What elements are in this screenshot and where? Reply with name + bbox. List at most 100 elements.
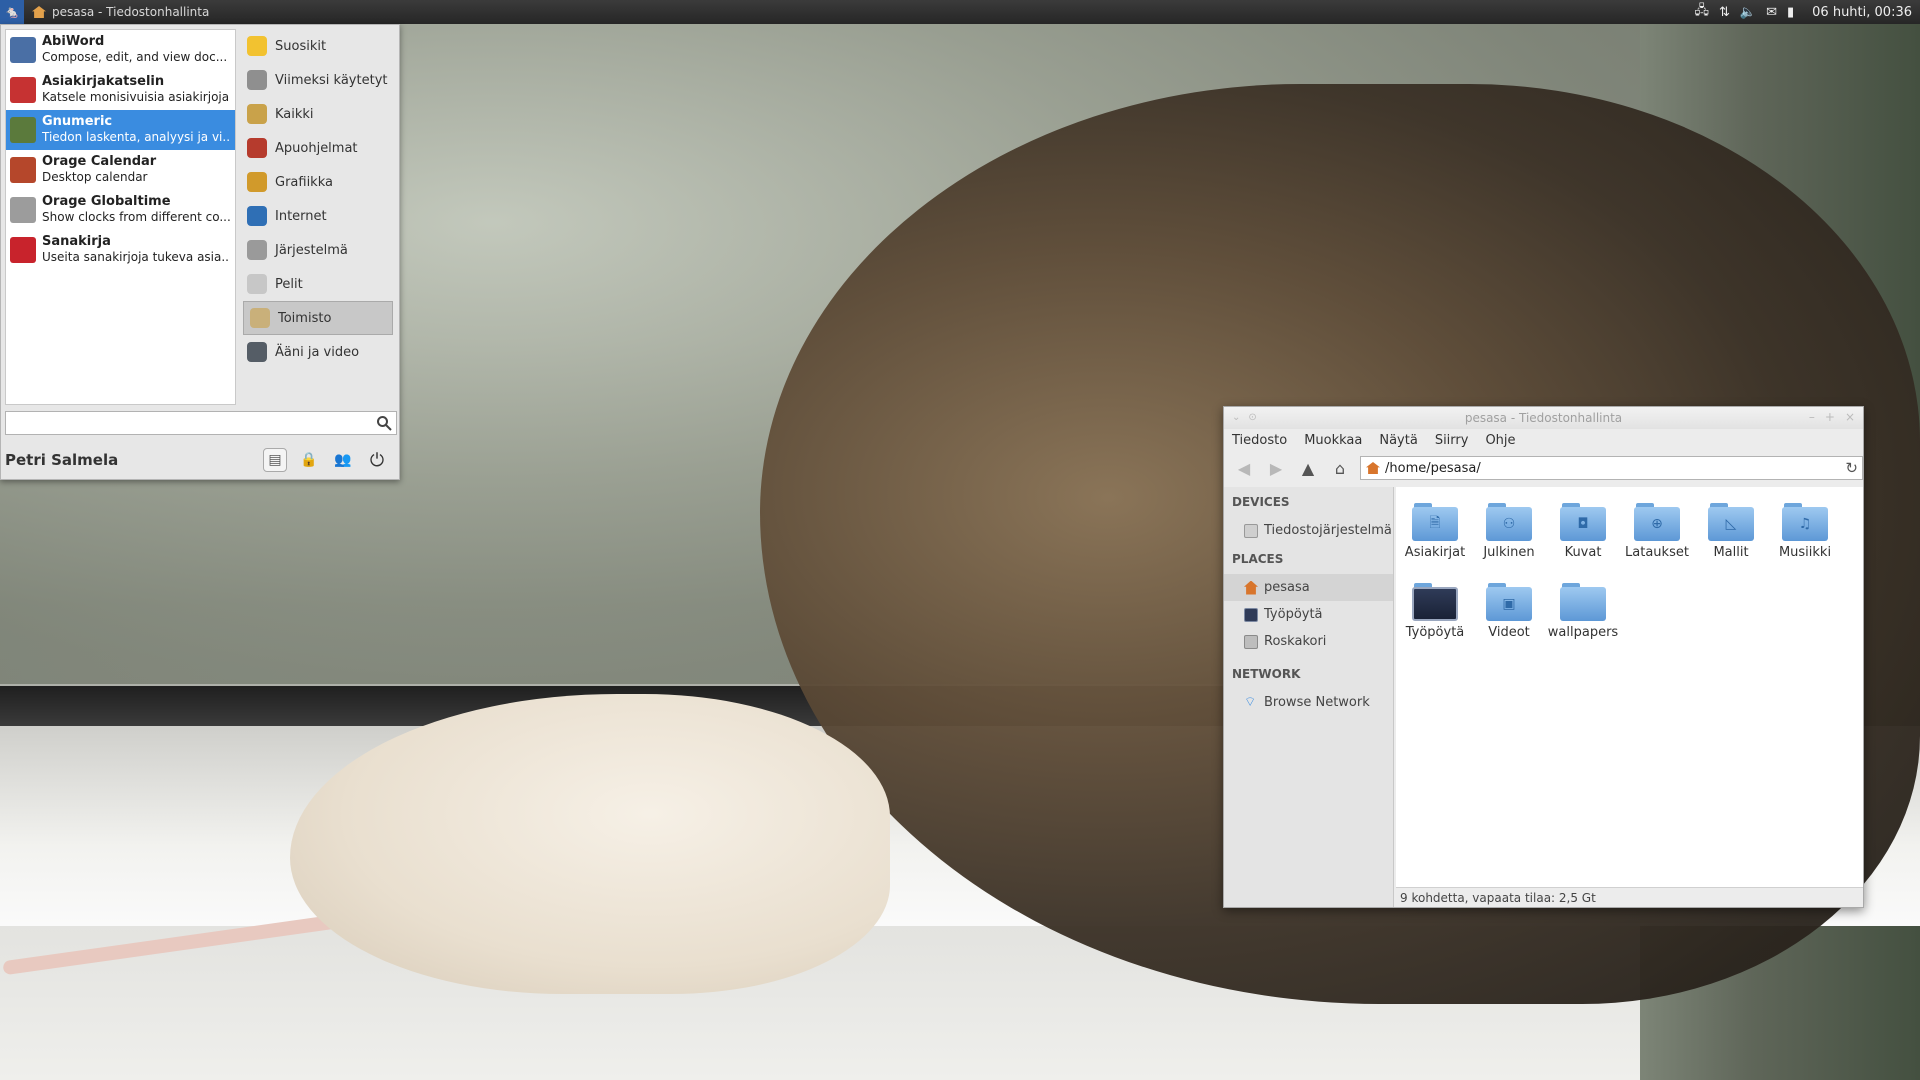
category-label: Apuohjelmat [275, 140, 358, 156]
settings-manager-button[interactable]: ▤ [263, 448, 287, 472]
category-item[interactable]: Grafiikka [241, 165, 397, 199]
folder-icon [1560, 583, 1606, 621]
folder-emblem: ⚇ [1486, 507, 1532, 541]
reload-icon[interactable]: ↻ [1845, 459, 1858, 477]
switch-user-button[interactable]: 👥 [331, 448, 355, 472]
back-icon[interactable]: ◀ [1232, 456, 1256, 480]
app-icon [10, 77, 36, 103]
app-icon [10, 237, 36, 263]
category-icon [247, 138, 267, 158]
category-item[interactable]: Internet [241, 199, 397, 233]
menu-item[interactable]: Tiedosto [1232, 433, 1287, 448]
folder-emblem [1560, 587, 1606, 621]
close-icon[interactable]: × [1845, 410, 1855, 424]
lock-screen-button[interactable]: 🔒 [297, 448, 321, 472]
window-menu-icon[interactable]: ⌄ [1232, 412, 1240, 423]
menu-item[interactable]: Siirry [1435, 433, 1469, 448]
folder-emblem [1412, 587, 1458, 621]
transfer-icon[interactable]: ⇅ [1719, 5, 1730, 20]
menubar: Tiedosto Muokkaa Näytä Siirry Ohje [1224, 429, 1863, 451]
app-item[interactable]: Orage Calendar Desktop calendar [6, 150, 235, 190]
category-icon [247, 172, 267, 192]
app-icon [10, 197, 36, 223]
up-icon[interactable]: ▲ [1296, 456, 1320, 480]
category-item[interactable]: Järjestelmä [241, 233, 397, 267]
folder-emblem: ▣ [1486, 587, 1532, 621]
folder-icon: 🗎 [1412, 503, 1458, 541]
file-item[interactable]: 🗎 Asiakirjat [1398, 499, 1472, 565]
app-name: Asiakirjakatselin [42, 74, 165, 89]
category-label: Internet [275, 208, 327, 224]
home-icon [1244, 580, 1258, 595]
sidebar-item-desktop[interactable]: Työpöytä [1224, 601, 1393, 628]
desktop-icon [1244, 607, 1258, 622]
file-manager-window: ⌄ ⊙ pesasa - Tiedostonhallinta – + × Tiedos… [1223, 406, 1864, 908]
location-bar[interactable]: /home/pesasa/ ↻ [1360, 456, 1863, 480]
taskbar-window-title: pesasa - Tiedostonhallinta [52, 5, 210, 19]
window-titlebar[interactable]: ⌄ ⊙ pesasa - Tiedostonhallinta – + × [1224, 407, 1863, 429]
forward-icon[interactable]: ▶ [1264, 456, 1288, 480]
volume-icon[interactable]: 🔈 [1740, 5, 1756, 20]
category-item[interactable]: Viimeksi käytetyt [241, 63, 397, 97]
file-item[interactable]: ⚇ Julkinen [1472, 499, 1546, 565]
sidebar-item-home[interactable]: pesasa [1224, 574, 1393, 601]
taskbar-window-button[interactable]: pesasa - Tiedostonhallinta [24, 0, 217, 24]
file-label: Mallit [1713, 545, 1749, 560]
stick-icon[interactable]: ⊙ [1248, 412, 1256, 423]
category-item[interactable]: Ääni ja video [241, 335, 397, 369]
applications-menu-button[interactable]: 🐁 [0, 0, 24, 24]
app-item[interactable]: Sanakirja Useita sanakirjoja tukeva asia.… [6, 230, 235, 270]
status-bar: 9 kohdetta, vapaata tilaa: 2,5 Gt [1396, 887, 1863, 907]
category-icon [247, 206, 267, 226]
folder-icon: ◘ [1560, 503, 1606, 541]
sidebar-item-filesystem[interactable]: Tiedostojärjestelmä [1224, 517, 1393, 544]
network-icon[interactable]: 🖧 [1695, 1, 1710, 23]
file-item[interactable]: ♫ Musiikki [1768, 499, 1842, 565]
file-label: Julkinen [1483, 545, 1535, 560]
category-item[interactable]: Suosikit [241, 29, 397, 63]
app-item[interactable]: Gnumeric Tiedon laskenta, analyysi ja vi.… [6, 110, 235, 150]
clock[interactable]: 06 huhti, 00:36 [1812, 5, 1912, 20]
file-item[interactable]: ⊕ Lataukset [1620, 499, 1694, 565]
file-item[interactable]: ◺ Mallit [1694, 499, 1768, 565]
sidebar-item-browse-network[interactable]: ⌔ Browse Network [1224, 689, 1393, 716]
home-button[interactable]: ⌂ [1328, 456, 1352, 480]
category-item[interactable]: Toimisto [243, 301, 393, 335]
app-name: Orage Globaltime [42, 194, 171, 209]
menu-item[interactable]: Ohje [1485, 433, 1515, 448]
app-item[interactable]: AbiWord Compose, edit, and view doc... [6, 30, 235, 70]
app-list: AbiWord Compose, edit, and view doc... Asi… [5, 29, 236, 405]
sidebar-header-network: NETWORK [1232, 667, 1301, 681]
category-item[interactable]: Pelit [241, 267, 397, 301]
location-path: /home/pesasa/ [1385, 460, 1481, 476]
menu-item[interactable]: Muokkaa [1304, 433, 1362, 448]
battery-icon[interactable]: ▮ [1787, 5, 1794, 20]
home-icon [32, 6, 46, 18]
menu-item[interactable]: Näytä [1379, 433, 1417, 448]
mail-icon[interactable]: ✉ [1766, 5, 1777, 20]
file-view[interactable]: 🗎 Asiakirjat ⚇ Julkinen ◘ Kuvat ⊕ Lataukset ◺ Mal… [1396, 487, 1863, 887]
app-name: Gnumeric [42, 114, 113, 129]
top-panel: 🐁 pesasa - Tiedostonhallinta 🖧 ⇅ 🔈 ✉ ▮ 0… [0, 0, 1920, 24]
file-item[interactable]: wallpapers [1546, 579, 1620, 645]
app-description: Tiedon laskenta, analyysi ja vi... [42, 130, 230, 144]
category-icon [247, 342, 267, 362]
category-item[interactable]: Kaikki [241, 97, 397, 131]
file-item[interactable]: ▣ Videot [1472, 579, 1546, 645]
search-input[interactable] [5, 411, 397, 435]
file-item[interactable]: Työpöytä [1398, 579, 1472, 645]
folder-emblem: ◺ [1708, 507, 1754, 541]
sidebar-item-trash[interactable]: Roskakori [1224, 628, 1393, 655]
file-item[interactable]: ◘ Kuvat [1546, 499, 1620, 565]
app-item[interactable]: Asiakirjakatselin Katsele monisivuisia as… [6, 70, 235, 110]
app-icon [10, 157, 36, 183]
maximize-icon[interactable]: + [1825, 410, 1835, 424]
app-name: Orage Calendar [42, 154, 157, 169]
category-label: Suosikit [275, 38, 327, 54]
app-icon [10, 37, 36, 63]
category-item[interactable]: Apuohjelmat [241, 131, 397, 165]
power-button[interactable]: ⏻ [365, 448, 389, 472]
app-item[interactable]: Orage Globaltime Show clocks from differe… [6, 190, 235, 230]
user-name: Petri Salmela [5, 451, 119, 469]
minimize-icon[interactable]: – [1809, 410, 1815, 424]
